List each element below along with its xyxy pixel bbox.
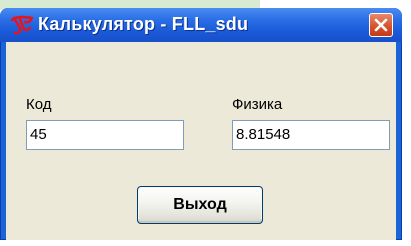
- title-bar[interactable]: Калькулятор - FLL_sdu: [0, 8, 402, 42]
- code-field[interactable]: 45: [26, 120, 184, 150]
- app-logo-icon: [10, 14, 34, 38]
- code-label: Код: [26, 96, 52, 113]
- physics-label: Физика: [232, 96, 283, 113]
- exit-button[interactable]: Выход: [137, 186, 263, 224]
- close-icon: [374, 18, 388, 32]
- client-area: Код 45 Физика 8.81548 Выход: [6, 42, 396, 240]
- calculator-window: Калькулятор - FLL_sdu Код 45 Физика 8.81…: [0, 8, 402, 240]
- close-button[interactable]: [369, 13, 393, 37]
- window-title: Калькулятор - FLL_sdu: [38, 14, 249, 34]
- physics-field[interactable]: 8.81548: [232, 120, 390, 150]
